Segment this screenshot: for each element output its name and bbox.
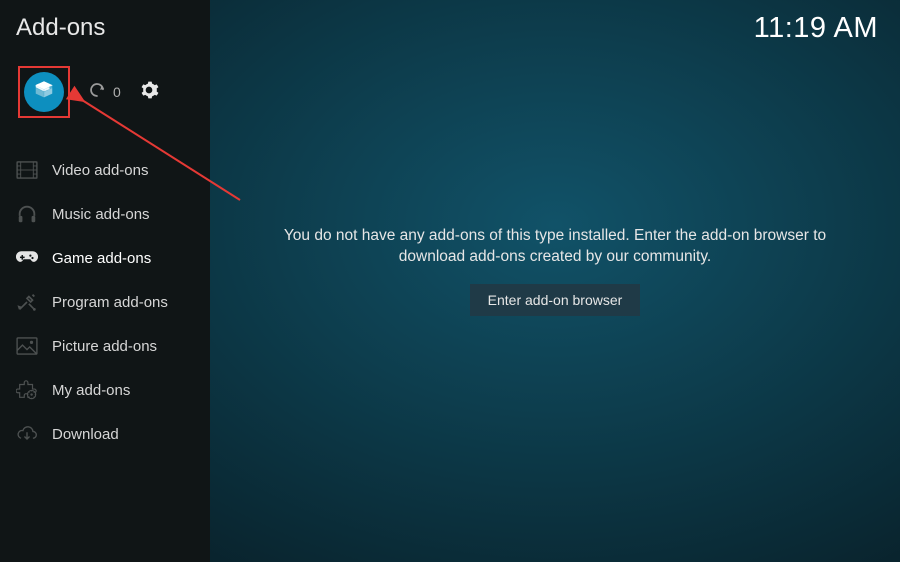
open-box-icon [33, 79, 55, 106]
refresh-count: 0 [113, 84, 121, 100]
sidebar-item-video-addons[interactable]: Video add-ons [0, 148, 210, 192]
sidebar-item-label: My add-ons [52, 382, 130, 399]
sidebar: Add-ons [0, 0, 210, 562]
sidebar-top-icons: 0 [0, 42, 210, 142]
main-panel: 11:19 AM You do not have any add-ons of … [210, 0, 900, 562]
sidebar-item-game-addons[interactable]: Game add-ons [0, 236, 210, 280]
sidebar-item-label: Download [52, 426, 119, 443]
cloud-download-icon [16, 423, 38, 445]
refresh-icon [88, 81, 106, 104]
sidebar-item-picture-addons[interactable]: Picture add-ons [0, 324, 210, 368]
sidebar-item-label: Program add-ons [52, 294, 168, 311]
tools-icon [16, 291, 38, 313]
puzzle-gear-icon [16, 379, 38, 401]
sidebar-item-label: Video add-ons [52, 162, 148, 179]
refresh-button[interactable]: 0 [88, 81, 121, 104]
sidebar-nav: Video add-ons Music add-ons Game add-ons… [0, 148, 210, 456]
gamepad-icon [16, 247, 38, 269]
sidebar-item-my-addons[interactable]: My add-ons [0, 368, 210, 412]
film-icon [16, 159, 38, 181]
settings-button[interactable] [139, 80, 159, 105]
empty-state-message: You do not have any add-ons of this type… [255, 226, 855, 268]
enter-addon-browser-button[interactable]: Enter add-on browser [470, 284, 641, 316]
sidebar-item-music-addons[interactable]: Music add-ons [0, 192, 210, 236]
addon-browser-button[interactable] [24, 72, 64, 112]
sidebar-item-label: Music add-ons [52, 206, 150, 223]
clock: 11:19 AM [754, 12, 878, 45]
page-title: Add-ons [0, 0, 210, 42]
gear-icon [139, 87, 159, 104]
sidebar-item-label: Picture add-ons [52, 338, 157, 355]
headphones-icon [16, 203, 38, 225]
sidebar-item-program-addons[interactable]: Program add-ons [0, 280, 210, 324]
sidebar-item-label: Game add-ons [52, 250, 151, 267]
sidebar-item-download[interactable]: Download [0, 412, 210, 456]
picture-icon [16, 335, 38, 357]
addon-browser-button-highlight [18, 66, 70, 118]
